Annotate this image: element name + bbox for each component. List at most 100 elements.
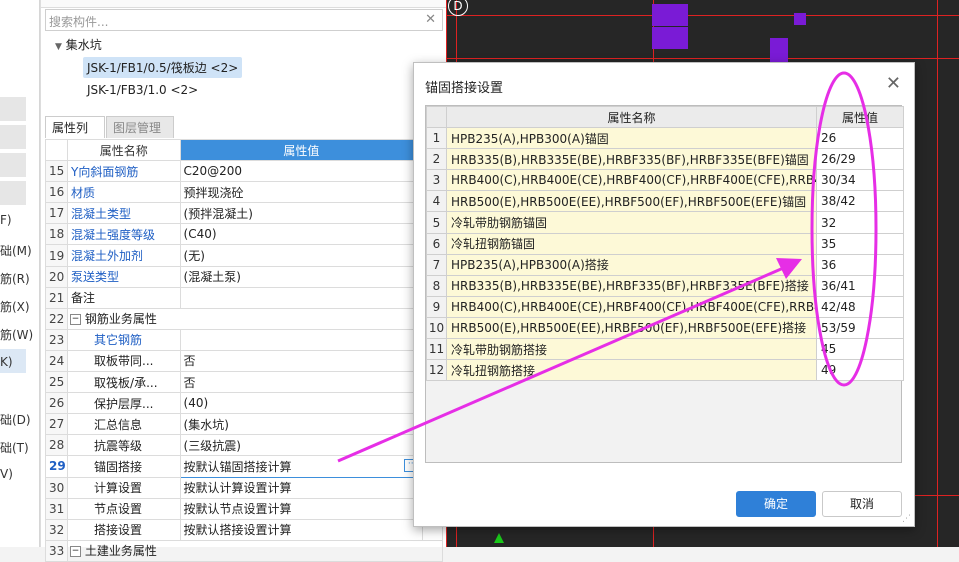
close-icon[interactable]: ✕ [886, 73, 901, 94]
setting-value[interactable]: 26/29 [816, 148, 904, 171]
setting-row[interactable]: 11 冷轧带肋钢筋搭接 45 [426, 338, 904, 361]
setting-value[interactable]: 45 [816, 338, 904, 361]
row-index: 33 [44, 539, 69, 562]
property-value[interactable]: (40) [179, 392, 424, 415]
property-value[interactable]: 否 [179, 349, 424, 373]
settings-grid: 属性名称 属性值 1 HPB235(A),HPB300(A)锚固 26 2 HRB335… [425, 105, 904, 463]
setting-value[interactable]: 30/34 [816, 169, 904, 192]
setting-name: HRB400(C),HRB400E(CE),HRBF400(CF),HRBF40… [446, 295, 817, 318]
setting-value[interactable]: 42/48 [816, 295, 904, 318]
setting-value[interactable]: 49 [816, 359, 904, 382]
ok-button[interactable]: 确定 [736, 491, 816, 517]
dialog-title: 锚固搭接设置 [425, 81, 504, 96]
setting-row[interactable]: 12 冷轧扭钢筋搭接 49 [426, 359, 904, 382]
strip-item[interactable]: 筋(X) [0, 298, 30, 315]
setting-row[interactable]: 4 HRB500(E),HRB500E(EE),HRBF500(EF),HRBF5… [426, 190, 904, 213]
strip-item[interactable]: K) [0, 355, 13, 369]
property-value[interactable]: 按默认锚固搭接计算··· [179, 455, 424, 478]
close-icon[interactable]: ✕ [425, 12, 436, 27]
property-value[interactable]: (三级抗震) [179, 434, 424, 457]
setting-value[interactable]: 53/59 [816, 316, 904, 340]
strip-item[interactable]: V) [0, 467, 13, 481]
panel-toolbar [41, 0, 447, 8]
tree-item[interactable]: JSK-1/FB3/1.0 <2> [87, 83, 198, 97]
strip-item[interactable]: 础(T) [0, 439, 29, 456]
property-row[interactable]: 33− 土建业务属性 [44, 539, 443, 562]
cancel-button[interactable]: 取消 [822, 491, 902, 517]
property-row[interactable]: 32 搭接设置 按默认搭接设置计算 [44, 518, 443, 541]
setting-row[interactable]: 8 HRB335(B),HRB335E(BE),HRBF335(BF),HRBF3… [426, 274, 904, 297]
property-row[interactable]: 19 混凝土外加剂 (无) [44, 244, 443, 267]
grid-line [446, 15, 959, 16]
property-value-text: (无) [183, 249, 205, 264]
tree-item-selected[interactable]: JSK-1/FB1/0.5/筏板边 <2> [83, 57, 243, 78]
collapse-icon[interactable]: − [70, 314, 82, 326]
property-row[interactable]: 21 备注 [44, 286, 443, 309]
setting-row[interactable]: 9 HRB400(C),HRB400E(CE),HRBF400(CF),HRBF4… [426, 295, 904, 318]
property-value[interactable]: 否 [179, 371, 424, 394]
property-value[interactable] [179, 328, 424, 351]
property-value[interactable]: (C40) [179, 223, 424, 246]
setting-row[interactable]: 1 HPB235(A),HPB300(A)锚固 26 [426, 127, 904, 150]
tab-layers[interactable]: 图层管理 [106, 116, 174, 138]
strip-item[interactable]: F) [0, 213, 12, 227]
setting-row[interactable]: 2 HRB335(B),HRB335E(BE),HRBF335(BF),HRBF3… [426, 148, 904, 171]
setting-row[interactable]: 10 HRB500(E),HRB500E(EE),HRBF500(EF),HRBF… [426, 316, 904, 340]
property-row[interactable]: 28 抗震等级 (三级抗震) [44, 434, 443, 457]
property-value[interactable]: (无) [179, 244, 424, 267]
chevron-down-icon[interactable]: ▼ [55, 42, 62, 52]
property-value[interactable]: C20@200 [179, 160, 424, 183]
setting-row[interactable]: 3 HRB400(C),HRB400E(CE),HRBF400(CF),HRBF4… [426, 169, 904, 192]
property-row[interactable]: 27 汇总信息 (集水坑) [44, 413, 443, 436]
property-value-text: 按默认搭接设置计算 [183, 523, 292, 538]
row-index: 23 [44, 328, 69, 351]
setting-row[interactable]: 7 HPB235(A),HPB300(A)搭接 36 [426, 253, 904, 276]
property-value[interactable]: (预拌混凝土) [179, 202, 424, 225]
setting-value[interactable]: 36 [816, 253, 904, 276]
setting-value[interactable]: 26 [816, 127, 904, 150]
property-group[interactable]: − 钢筋业务属性 [67, 307, 443, 330]
setting-index: 4 [426, 190, 447, 213]
setting-index: 1 [426, 127, 447, 150]
property-value[interactable] [179, 286, 424, 309]
resize-grip-icon[interactable]: ⋰ [902, 514, 911, 524]
property-value[interactable]: 按默认节点设置计算 [179, 497, 424, 520]
property-value[interactable]: 按默认搭接设置计算 [179, 518, 424, 541]
collapse-icon[interactable]: − [70, 546, 82, 558]
setting-name: 冷轧带肋钢筋搭接 [446, 338, 817, 361]
property-row[interactable]: 29锚固搭接按默认锚固搭接计算··· [44, 455, 443, 478]
row-index: 31 [44, 497, 69, 520]
property-row[interactable]: 16 材质 预拌现浇砼 [44, 181, 443, 204]
property-group[interactable]: − 土建业务属性 [67, 539, 443, 562]
property-value[interactable]: 预拌现浇砼 [179, 181, 424, 204]
strip-item[interactable]: 础(D) [0, 411, 31, 428]
strip-item[interactable]: 筋(R) [0, 270, 30, 287]
property-row[interactable]: 15 Y向斜面钢筋 C20@200 [44, 160, 443, 183]
property-row[interactable]: 22− 钢筋业务属性 [44, 307, 443, 330]
property-value[interactable]: (混凝土泵) [179, 265, 424, 288]
property-value[interactable]: (集水坑) [179, 413, 424, 436]
setting-value[interactable]: 32 [816, 211, 904, 234]
property-row[interactable]: 30 计算设置 按默认计算设置计算 [44, 476, 443, 499]
component-block [652, 27, 688, 49]
strip-item[interactable]: 筋(W) [0, 326, 33, 343]
strip-item[interactable]: 础(M) [0, 242, 32, 259]
property-row[interactable]: 18 混凝土强度等级 (C40) [44, 223, 443, 246]
setting-value[interactable]: 38/42 [816, 190, 904, 213]
property-value-text: 否 [183, 354, 196, 369]
tab-props[interactable]: 属性列表 [45, 116, 105, 157]
property-row[interactable]: 17 混凝土类型 (预拌混凝土) [44, 202, 443, 225]
property-row[interactable]: 26 保护层厚... (40) [44, 392, 443, 415]
setting-value[interactable]: 35 [816, 232, 904, 255]
property-row[interactable]: 20 泵送类型 (混凝土泵) [44, 265, 443, 288]
tree-group[interactable]: ▼ 集水坑 [55, 36, 102, 53]
setting-row[interactable]: 6 冷轧扭钢筋锚固 35 [426, 232, 904, 255]
property-row[interactable]: 24 取板带同... 否 [44, 349, 443, 373]
setting-value[interactable]: 36/41 [816, 274, 904, 297]
property-row[interactable]: 25 取筏板/承... 否 [44, 371, 443, 394]
search-input[interactable]: 搜索构件... ✕ [45, 9, 443, 31]
setting-row[interactable]: 5 冷轧带肋钢筋锚固 32 [426, 211, 904, 234]
property-row[interactable]: 23 其它钢筋 [44, 328, 443, 351]
property-row[interactable]: 31 节点设置 按默认节点设置计算 [44, 497, 443, 520]
property-value[interactable]: 按默认计算设置计算 [179, 476, 424, 499]
